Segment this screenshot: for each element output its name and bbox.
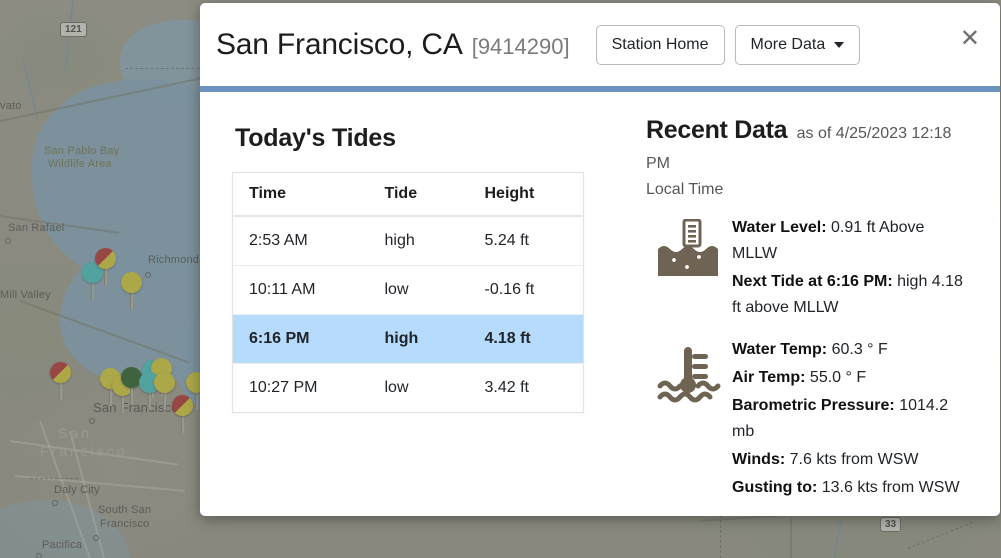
data-line-label: Gusting to:: [732, 479, 818, 496]
tide-height-cell: 5.24 ft: [484, 215, 584, 266]
data-line: Barometric Pressure: 1014.2 mb: [732, 393, 970, 445]
more-data-dropdown-button[interactable]: More Data: [734, 24, 861, 65]
tide-time-cell: 2:53 AM: [232, 215, 385, 266]
data-line-label: Air Temp:: [732, 369, 806, 386]
station-home-button[interactable]: Station Home: [595, 24, 725, 65]
tides-table: Time Tide Height 2:53 AM high 5.24 ft 10:11…: [232, 172, 584, 413]
water-level-icon: [646, 215, 732, 323]
recent-data-heading: Recent Data: [646, 116, 788, 144]
modal-header: San Francisco, CA [9414290] Station Home…: [200, 3, 1000, 86]
weather-block: Water Temp: 60.3 ° F Air Temp: 55.0 ° F Ba…: [646, 337, 970, 503]
recent-data-panel: Recent Data as of 4/25/2023 12:18 PM Loc…: [618, 110, 970, 516]
data-line: Water Level: 0.91 ft Above MLLW: [732, 215, 970, 267]
data-line: Next Tide at 6:16 PM: high 4.18 ft above…: [732, 269, 970, 321]
water-level-block: Water Level: 0.91 ft Above MLLW Next Tide…: [646, 215, 970, 323]
table-header-row: Time Tide Height: [232, 172, 584, 217]
data-line: Gusting to: 13.6 kts from WSW: [732, 475, 970, 501]
column-header-height: Height: [484, 172, 584, 217]
tide-time-cell: 10:11 AM: [232, 265, 385, 315]
water-level-lines: Water Level: 0.91 ft Above MLLW Next Tide…: [732, 215, 970, 323]
data-line: Air Temp: 55.0 ° F: [732, 365, 970, 391]
weather-lines: Water Temp: 60.3 ° F Air Temp: 55.0 ° F Ba…: [732, 337, 970, 503]
data-line-value: 55.0 ° F: [805, 369, 867, 386]
data-line: Water Temp: 60.3 ° F: [732, 337, 970, 363]
page-title: San Francisco, CA [9414290]: [216, 28, 570, 62]
data-line-label: Winds:: [732, 451, 786, 468]
column-header-time: Time: [232, 172, 385, 217]
station-detail-modal: San Francisco, CA [9414290] Station Home…: [200, 3, 1000, 516]
table-row[interactable]: 6:16 PM high 4.18 ft: [232, 314, 584, 364]
table-row[interactable]: 10:11 AM low -0.16 ft: [232, 265, 584, 315]
tides-heading: Today's Tides: [235, 124, 396, 152]
tide-tide-cell: high: [384, 314, 485, 364]
data-line: Winds: 7.6 kts from WSW: [732, 447, 970, 473]
recent-data-timezone: Local Time: [646, 181, 724, 198]
tides-panel: Today's Tides Time Tide Height 2:53 AM hi…: [230, 110, 618, 516]
tide-time-cell: 6:16 PM: [232, 314, 385, 364]
data-line-label: Next Tide at 6:16 PM:: [732, 273, 893, 290]
recent-data-heading-line: Recent Data as of 4/25/2023 12:18 PM: [646, 115, 970, 179]
data-line-value: 7.6 kts from WSW: [785, 451, 919, 468]
table-row[interactable]: 10:27 PM low 3.42 ft: [232, 363, 584, 413]
data-line-label: Water Level:: [732, 219, 827, 236]
tide-height-cell: 4.18 ft: [484, 314, 584, 364]
tide-tide-cell: low: [384, 363, 485, 413]
data-line-value: 60.3 ° F: [827, 341, 888, 358]
table-row[interactable]: 2:53 AM high 5.24 ft: [232, 215, 584, 266]
tide-height-cell: 3.42 ft: [484, 363, 584, 413]
tide-height-cell: -0.16 ft: [484, 265, 584, 315]
station-id: [9414290]: [471, 33, 570, 59]
water-thermometer-icon: [646, 337, 732, 503]
data-line-value: 13.6 kts from WSW: [817, 479, 960, 496]
tides-table-head: Time Tide Height: [232, 172, 584, 217]
tide-tide-cell: low: [384, 265, 485, 315]
more-data-label: More Data: [750, 35, 826, 53]
tides-table-body: 2:53 AM high 5.24 ft 10:11 AM low -0.16 ft 6:1…: [232, 215, 584, 413]
tide-tide-cell: high: [384, 215, 485, 266]
chevron-down-icon: [834, 41, 845, 48]
tide-time-cell: 10:27 PM: [232, 363, 385, 413]
station-name: San Francisco, CA: [216, 27, 463, 61]
close-icon[interactable]: ✕: [954, 25, 986, 53]
data-line-label: Water Temp:: [732, 341, 828, 358]
data-line-label: Barometric Pressure:: [732, 397, 895, 414]
column-header-tide: Tide: [384, 172, 485, 217]
modal-body: Today's Tides Time Tide Height 2:53 AM hi…: [200, 92, 1000, 516]
